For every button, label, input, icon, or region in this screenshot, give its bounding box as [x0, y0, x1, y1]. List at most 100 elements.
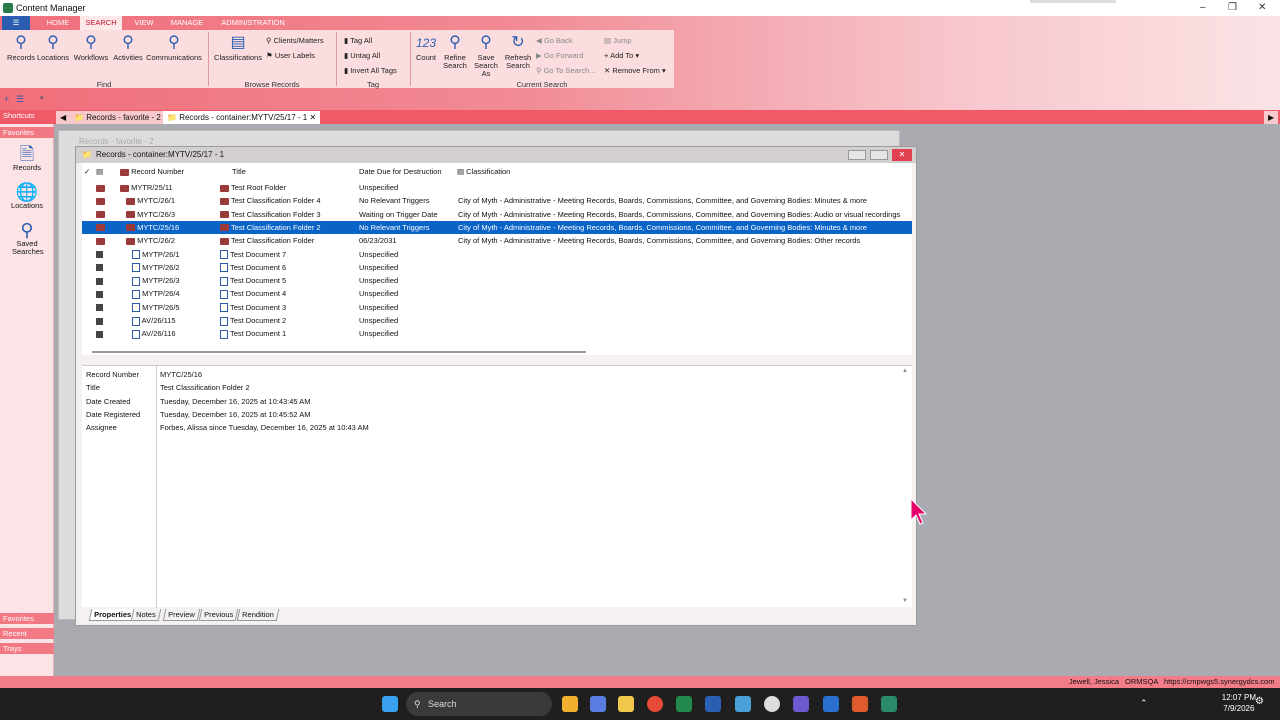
minimize-icon[interactable]: – — [1200, 2, 1206, 13]
tray-chevron-icon[interactable]: ⌃ — [1140, 698, 1148, 709]
activities-button[interactable]: ⚲ Activities — [111, 34, 145, 62]
workflows-button[interactable]: ⚲ Workflows — [72, 34, 110, 62]
notepad-icon[interactable] — [735, 696, 751, 712]
refresh-search-button[interactable]: ↻ Refresh Search — [503, 34, 533, 70]
doc-tab-container[interactable]: 📁 Records - container:MYTV/25/17 - 1 ✕ — [163, 111, 321, 124]
app-icon[interactable] — [764, 696, 780, 712]
file-explorer-icon[interactable] — [618, 696, 634, 712]
tab-manage[interactable]: MANAGE — [166, 16, 208, 30]
tab-home[interactable]: HOME — [42, 16, 74, 30]
chrome-icon[interactable] — [647, 696, 663, 712]
property-value[interactable]: Forbes, Alissa since Tuesday, December 1… — [160, 423, 369, 432]
window-minimize-icon[interactable] — [848, 150, 866, 160]
records-button[interactable]: ⚲ Records — [4, 34, 38, 62]
table-row[interactable]: MYTP/26/1 Test Document 7 Unspecified — [82, 248, 912, 261]
tab-previous[interactable]: Previous — [198, 609, 239, 621]
column-date-due[interactable]: Date Due for Destruction — [359, 167, 442, 176]
tab-rendition[interactable]: Rendition — [236, 609, 279, 621]
window-maximize-icon[interactable] — [870, 150, 888, 160]
go-back-button[interactable]: ◀ Go Back — [536, 36, 573, 45]
tab-properties[interactable]: Properties — [88, 609, 137, 621]
maximize-icon[interactable]: ❐ — [1228, 2, 1237, 13]
scroll-down-icon[interactable]: ▼ — [902, 598, 908, 604]
sidebar-item-records[interactable]: 🗎 Records — [0, 144, 54, 172]
close-tab-icon[interactable]: ✕ — [309, 113, 316, 122]
property-value[interactable]: Test Classification Folder 2 — [160, 383, 250, 392]
shortcuts-header[interactable]: Shortcuts — [0, 110, 54, 121]
tab-view[interactable]: VIEW — [128, 16, 160, 30]
sidebar-recent[interactable]: Recent — [0, 628, 54, 639]
scroll-up-icon[interactable]: ▲ — [902, 368, 908, 374]
count-button[interactable]: 123 Count — [412, 34, 440, 62]
app-icon[interactable] — [852, 696, 868, 712]
checkmark-icon[interactable]: ✓ — [84, 167, 90, 176]
sidebar-item-locations[interactable]: 🌐 Locations — [0, 182, 54, 210]
tab-preview[interactable]: Preview — [162, 609, 200, 621]
favorites-header[interactable]: Favorites — [0, 127, 54, 138]
user-labels-label: User Labels — [274, 51, 315, 60]
save-search-as-button[interactable]: ⚲ Save Search As — [470, 34, 502, 78]
clock[interactable]: 12:07 PM 7/9/2026 — [1222, 692, 1256, 714]
jump-button[interactable]: ▤ Jump — [604, 36, 632, 45]
table-row[interactable]: MYTP/26/2 Test Document 6 Unspecified — [82, 261, 912, 274]
table-row[interactable]: MYTR/25/11 Test Root Folder Unspecified — [82, 181, 912, 194]
close-icon[interactable]: ✕ — [1258, 2, 1266, 13]
menu-icon[interactable]: ☰ — [16, 94, 24, 105]
table-row[interactable]: MYTP/26/5 Test Document 3 Unspecified — [82, 301, 912, 314]
row-title: Test Document 5 — [220, 274, 286, 287]
chevron-down-icon[interactable]: ▾ — [40, 94, 44, 102]
content-manager-taskbar-icon[interactable] — [881, 696, 897, 712]
remove-from-button[interactable]: ✕ Remove From ▾ — [604, 66, 666, 75]
tab-search[interactable]: SEARCH — [80, 16, 122, 30]
sidebar-trays[interactable]: Trays — [0, 643, 54, 654]
table-row[interactable]: MYTC/26/3 Test Classification Folder 3 Wa… — [82, 208, 912, 221]
new-icon[interactable]: + — [4, 94, 9, 104]
column-record-number[interactable]: Record Number — [120, 167, 184, 176]
app-icon[interactable] — [562, 696, 578, 712]
column-classification[interactable]: ▤ Classification — [457, 167, 510, 176]
windows-start-icon[interactable] — [382, 696, 398, 712]
property-value[interactable]: MYTC/25/16 — [160, 370, 202, 379]
table-row[interactable]: AV/26/116 Test Document 1 Unspecified — [82, 327, 912, 340]
go-forward-button[interactable]: ▶ Go Forward — [536, 51, 583, 60]
doc-tab-favorite[interactable]: 📁 Records - favorite - 2 — [70, 111, 165, 124]
go-to-search-button[interactable]: ⚲ Go To Search... — [536, 66, 596, 75]
user-labels-button[interactable]: ⚑ User Labels — [266, 51, 315, 60]
invert-tags-button[interactable]: ▮ Invert All Tags — [344, 66, 397, 75]
tag-all-button[interactable]: ▮ Tag All — [344, 36, 372, 45]
classifications-button[interactable]: ▤ Classifications — [212, 34, 264, 62]
untag-all-button[interactable]: ▮ Untag All — [344, 51, 380, 60]
excel-icon[interactable] — [676, 696, 692, 712]
refine-search-button[interactable]: ⚲ Refine Search — [440, 34, 470, 70]
tab-scroll-right-icon[interactable]: ▶ — [1264, 111, 1279, 124]
word-icon[interactable] — [705, 696, 721, 712]
sidebar-favorites[interactable]: Favorites — [0, 613, 54, 624]
tab-administration[interactable]: ADMINISTRATION — [216, 16, 290, 30]
horizontal-scrollbar[interactable] — [92, 351, 586, 353]
app-icon[interactable] — [823, 696, 839, 712]
tab-scroll-left-icon[interactable]: ◀ — [56, 111, 71, 124]
clients-matters-button[interactable]: ⚲ Clients/Matters — [266, 36, 324, 45]
app-icon[interactable] — [590, 696, 606, 712]
table-row[interactable]: MYTC/25/16 Test Classification Folder 2 N… — [82, 220, 912, 234]
go-forward-label: Go Forward — [543, 51, 584, 60]
column-title[interactable]: Title — [232, 167, 246, 176]
taskbar-search[interactable]: ⚲ Search — [406, 692, 552, 716]
notification-icon[interactable]: ⚙ — [1255, 696, 1264, 707]
communications-button[interactable]: ⚲ Communications — [144, 34, 204, 62]
tab-notes[interactable]: Notes — [130, 609, 161, 621]
table-row[interactable]: AV/26/115 Test Document 2 Unspecified — [82, 314, 912, 327]
teams-icon[interactable] — [793, 696, 809, 712]
table-row[interactable]: MYTP/26/3 Test Document 5 Unspecified — [82, 274, 912, 287]
sidebar-item-saved-searches[interactable]: ⚲ Saved Searches — [0, 220, 54, 256]
table-row[interactable]: MYTP/26/4 Test Document 4 Unspecified — [82, 287, 912, 300]
table-row[interactable]: MYTC/26/2 Test Classification Folder 06/2… — [82, 234, 912, 247]
type-column-icon[interactable]: ▤ — [96, 167, 103, 176]
add-to-button[interactable]: + Add To ▾ — [604, 51, 639, 60]
locations-button[interactable]: ⚲ Locations — [36, 34, 70, 62]
app-menu-button[interactable]: ☰ — [2, 16, 30, 30]
window-close-icon[interactable]: ✕ — [892, 149, 912, 161]
table-row[interactable]: MYTC/26/1 Test Classification Folder 4 No… — [82, 194, 912, 207]
records-window-titlebar[interactable]: 📁 Records - container:MYTV/25/17 - 1 ✕ — [76, 147, 916, 163]
document-icon — [220, 263, 228, 273]
